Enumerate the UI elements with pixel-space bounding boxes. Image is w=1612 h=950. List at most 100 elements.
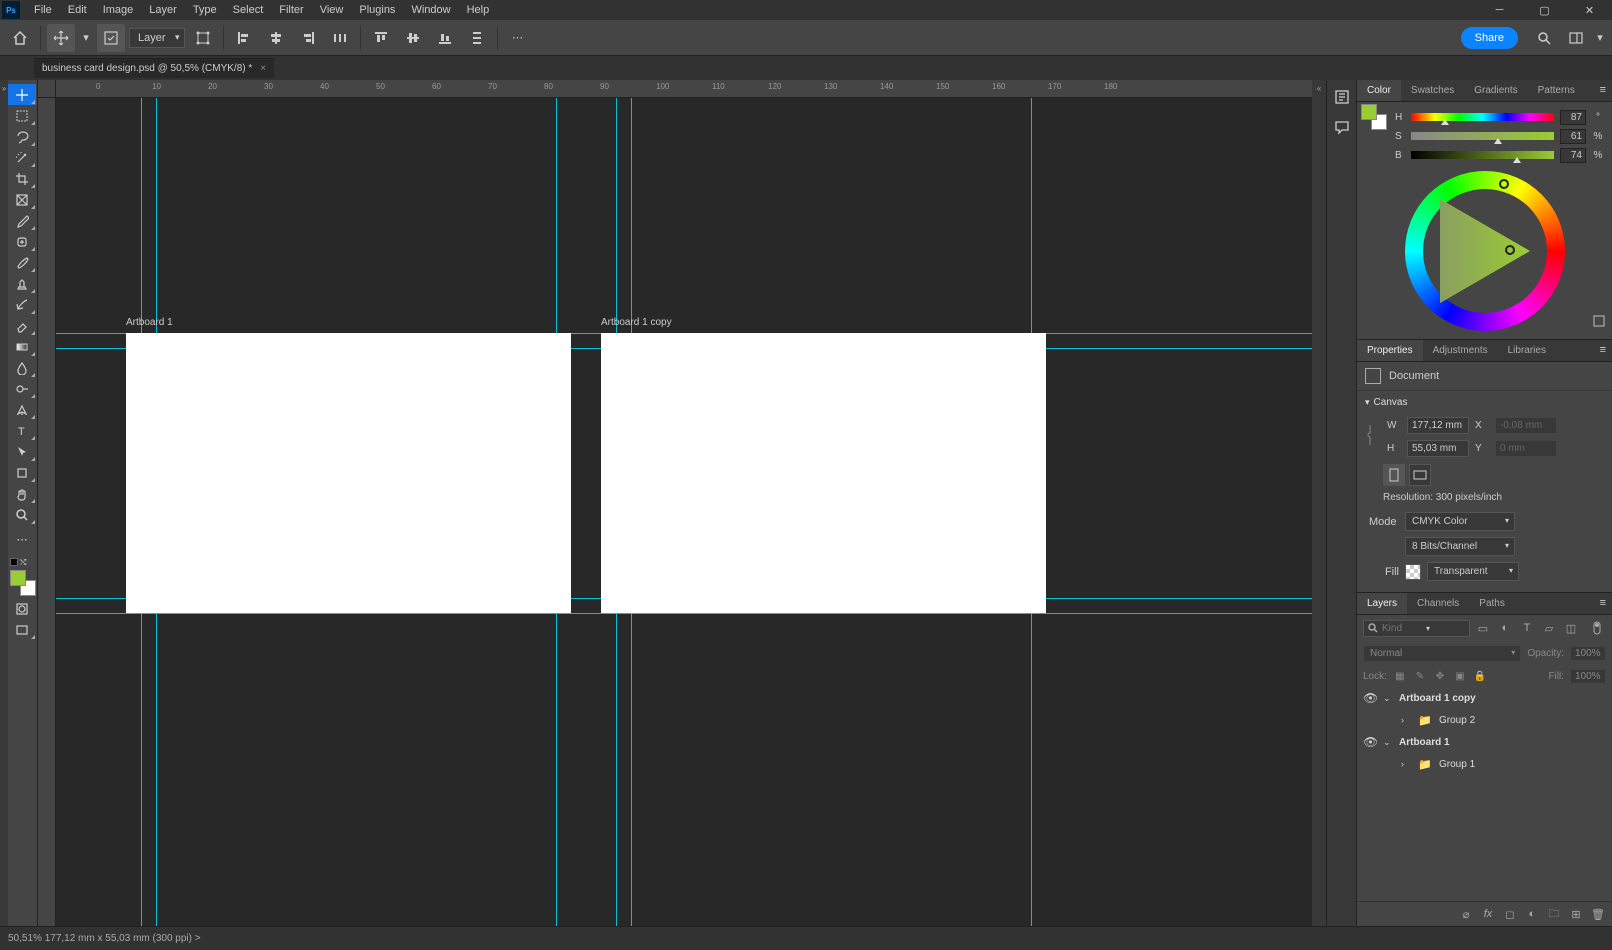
tab-properties[interactable]: Properties (1357, 340, 1423, 361)
lock-pixels-icon[interactable]: ✎ (1413, 670, 1427, 684)
align-hcenter-icon[interactable] (262, 24, 290, 52)
more-options-icon[interactable]: ⋯ (504, 24, 532, 52)
adjustment-layer-icon[interactable]: ◐ (1524, 906, 1540, 922)
magic-wand-tool[interactable] (8, 147, 36, 168)
document-tab-close[interactable]: × (260, 63, 266, 74)
align-top-icon[interactable] (367, 24, 395, 52)
new-layer-icon[interactable]: ⊞ (1568, 906, 1584, 922)
guide-horizontal[interactable] (56, 613, 1312, 614)
artboard-1[interactable]: Artboard 1 (126, 333, 571, 613)
workspace-switcher-icon[interactable] (1562, 24, 1590, 52)
bit-depth-select[interactable]: 8 Bits/Channel (1405, 537, 1515, 556)
workspace-caret[interactable]: ▾ (1594, 24, 1606, 52)
clone-stamp-tool[interactable] (8, 273, 36, 294)
layer-group-1[interactable]: 👁 › 📁 Group 1 (1357, 753, 1612, 775)
crop-tool[interactable] (8, 168, 36, 189)
canvas-section-toggle[interactable]: ▾ Canvas (1357, 391, 1612, 414)
menu-select[interactable]: Select (225, 1, 272, 19)
color-panel-fg-bg[interactable] (1361, 104, 1387, 130)
layer-kind-filter[interactable]: ▾ (1363, 620, 1470, 637)
link-dimensions-icon[interactable] (1365, 414, 1375, 460)
canvas-width-input[interactable]: 177,12 mm (1407, 417, 1469, 434)
link-layers-icon[interactable]: ⌀ (1458, 906, 1474, 922)
type-tool[interactable]: T (8, 420, 36, 441)
brightness-slider[interactable] (1411, 151, 1554, 161)
panels-collapse-handle[interactable]: « (1312, 80, 1326, 926)
canvas-height-input[interactable]: 55,03 mm (1407, 440, 1469, 457)
menu-window[interactable]: Window (403, 1, 458, 19)
color-wheel[interactable] (1405, 171, 1565, 331)
menu-help[interactable]: Help (459, 1, 498, 19)
zoom-tool[interactable] (8, 504, 36, 525)
layer-group-2[interactable]: 👁 › 📁 Group 2 (1357, 709, 1612, 731)
layer-search-input[interactable] (1382, 623, 1422, 634)
menu-view[interactable]: View (312, 1, 352, 19)
layer-artboard-1[interactable]: 👁 ⌄ Artboard 1 (1357, 731, 1612, 753)
tab-channels[interactable]: Channels (1407, 593, 1469, 614)
tab-patterns[interactable]: Patterns (1528, 80, 1585, 101)
screen-mode-toggle[interactable] (8, 619, 36, 640)
menu-edit[interactable]: Edit (60, 1, 95, 19)
menu-type[interactable]: Type (185, 1, 225, 19)
tool-options-caret[interactable]: ▾ (79, 24, 93, 52)
menu-image[interactable]: Image (95, 1, 142, 19)
move-tool-icon[interactable] (47, 24, 75, 52)
layer-collapse-toggle[interactable]: › (1401, 759, 1411, 769)
visibility-toggle[interactable]: 👁 (1381, 757, 1395, 771)
foreground-color[interactable] (10, 570, 26, 586)
canvas-area[interactable]: 0 10 20 30 40 50 60 70 80 90 100 110 120… (38, 80, 1312, 926)
auto-select-target[interactable]: Layer (129, 28, 185, 48)
filter-smartobject-icon[interactable]: ◫ (1562, 619, 1580, 637)
brightness-value[interactable]: 74 (1560, 148, 1586, 163)
brush-tool[interactable] (8, 252, 36, 273)
properties-panel-menu-icon[interactable]: ≡ (1594, 340, 1612, 361)
color-mode-select[interactable]: CMYK Color (1405, 512, 1515, 531)
menu-filter[interactable]: Filter (271, 1, 311, 19)
edit-toolbar[interactable]: ⋯ (8, 529, 36, 550)
window-minimize[interactable]: ─ (1477, 0, 1522, 20)
healing-brush-tool[interactable] (8, 231, 36, 252)
tab-gradients[interactable]: Gradients (1464, 80, 1527, 101)
artboard-1-label[interactable]: Artboard 1 (126, 317, 173, 328)
fill-swatch[interactable] (1405, 564, 1421, 580)
orientation-portrait[interactable] (1383, 464, 1405, 486)
move-tool[interactable] (8, 84, 36, 105)
gradient-tool[interactable] (8, 336, 36, 357)
layer-artboard-1-copy[interactable]: 👁 ⌄ Artboard 1 copy (1357, 687, 1612, 709)
align-bottom-icon[interactable] (431, 24, 459, 52)
color-panel-menu-icon[interactable]: ≡ (1594, 80, 1612, 101)
hue-slider[interactable] (1411, 113, 1554, 123)
align-left-icon[interactable] (230, 24, 258, 52)
artboard-1-copy-label[interactable]: Artboard 1 copy (601, 317, 672, 328)
distribute-v-icon[interactable] (463, 24, 491, 52)
home-button[interactable] (6, 24, 34, 52)
layer-collapse-toggle[interactable]: ⌄ (1383, 737, 1393, 748)
auto-select-toggle[interactable] (97, 24, 125, 52)
visibility-toggle[interactable]: 👁 (1363, 691, 1377, 705)
tab-paths[interactable]: Paths (1469, 593, 1515, 614)
layer-collapse-toggle[interactable]: ⌄ (1383, 693, 1393, 704)
align-right-icon[interactable] (294, 24, 322, 52)
tab-adjustments[interactable]: Adjustments (1423, 340, 1498, 361)
layer-mask-icon[interactable]: ◻ (1502, 906, 1518, 922)
distribute-h-icon[interactable] (326, 24, 354, 52)
hand-tool[interactable] (8, 483, 36, 504)
toolbox-expand-handle[interactable]: » (0, 80, 8, 926)
ruler-vertical[interactable] (38, 98, 56, 926)
share-button[interactable]: Share (1461, 27, 1518, 49)
filter-shape-icon[interactable]: ▱ (1540, 619, 1558, 637)
tab-libraries[interactable]: Libraries (1498, 340, 1556, 361)
foreground-background-colors[interactable] (10, 570, 36, 596)
frame-tool[interactable] (8, 189, 36, 210)
visibility-toggle[interactable]: 👁 (1363, 735, 1377, 749)
path-selection-tool[interactable] (8, 441, 36, 462)
visibility-toggle[interactable]: 👁 (1381, 713, 1395, 727)
lock-transparent-icon[interactable]: ▦ (1393, 670, 1407, 684)
window-close[interactable]: ✕ (1567, 0, 1612, 20)
new-group-icon[interactable]: 🗀 (1546, 906, 1562, 922)
artboard-1-copy[interactable]: Artboard 1 copy (601, 333, 1046, 613)
menu-file[interactable]: File (26, 1, 60, 19)
menu-plugins[interactable]: Plugins (351, 1, 403, 19)
eyedropper-tool[interactable] (8, 210, 36, 231)
search-icon[interactable] (1530, 24, 1558, 52)
